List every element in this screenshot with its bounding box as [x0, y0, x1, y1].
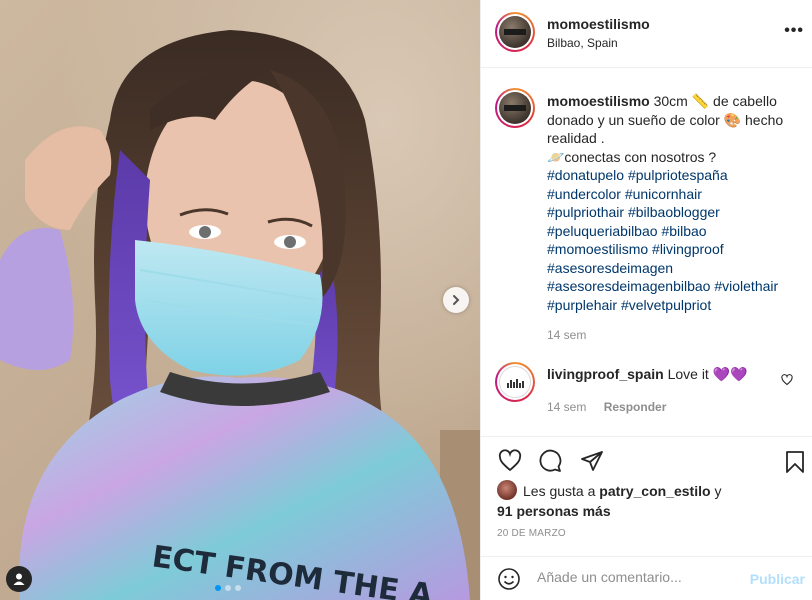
comment-text: Love it 💜💜	[667, 366, 748, 382]
post-details-panel: momoestilismo Bilbao, Spain ••• momoesti…	[480, 0, 812, 600]
author-avatar[interactable]	[495, 12, 535, 52]
caption-username[interactable]: momoestilismo	[547, 93, 650, 109]
likes-summary: Les gusta a patry_con_estilo y 91 person…	[497, 480, 797, 520]
caption-author-avatar-image	[499, 92, 531, 124]
post-caption: momoestilismo 30cm 📏 de cabello donado y…	[547, 92, 802, 345]
share-icon	[581, 451, 603, 471]
comment: livingproof_spain Love it 💜💜	[547, 366, 777, 383]
hashtag[interactable]: #bilbao	[661, 223, 706, 239]
hashtag[interactable]: #velvetpulpriot	[621, 297, 711, 313]
carousel-dot	[225, 585, 231, 591]
emoji-icon	[498, 568, 520, 590]
emoji-button[interactable]	[497, 567, 521, 594]
author-avatar-image	[499, 16, 531, 48]
hashtag[interactable]: #pulpriotespaña	[628, 167, 728, 183]
liker-username[interactable]: patry_con_estilo	[599, 483, 710, 499]
carousel-dot	[215, 585, 221, 591]
photo-person-illustration: ECT FROM THE A	[0, 30, 471, 600]
comment-like-button[interactable]	[781, 373, 793, 389]
share-button[interactable]	[579, 449, 605, 476]
hashtag[interactable]: #asesoresdeimagenbilbao	[547, 278, 710, 294]
hashtag[interactable]: #purplehair	[547, 297, 617, 313]
hashtag[interactable]: #peluqueriabilbao	[547, 223, 658, 239]
post-location[interactable]: Bilbao, Spain	[547, 36, 618, 50]
carousel-dot	[235, 585, 241, 591]
heart-icon	[498, 449, 522, 472]
likes-conjunction: y	[714, 483, 722, 499]
post-date[interactable]: 20 DE MARZO	[497, 528, 566, 539]
post-actions	[481, 436, 812, 484]
comment-button[interactable]	[537, 449, 563, 476]
hashtag[interactable]: #undercolor	[547, 186, 621, 202]
post-photo[interactable]: ECT FROM THE A	[0, 0, 480, 600]
caption-timestamp[interactable]: 14 sem	[547, 326, 802, 345]
bookmark-icon	[786, 451, 804, 473]
comment-input[interactable]	[537, 569, 737, 585]
comment-username[interactable]: livingproof_spain	[547, 366, 664, 382]
comment-timestamp[interactable]: 14 sem	[547, 400, 586, 414]
post-header: momoestilismo Bilbao, Spain •••	[481, 0, 812, 68]
like-button[interactable]	[497, 449, 523, 476]
next-arrow-icon	[453, 295, 460, 305]
commenter-avatar-image	[499, 366, 531, 398]
small-heart-icon	[781, 374, 793, 386]
save-button[interactable]	[783, 449, 807, 478]
hashtag[interactable]: #livingproof	[652, 241, 724, 257]
comment-meta: 14 sem Responder	[547, 400, 666, 414]
add-comment-bar: Publicar	[481, 556, 812, 600]
commenter-avatar[interactable]	[495, 362, 535, 402]
user-tag-icon	[13, 573, 25, 585]
hashtag[interactable]: #pulpriothair	[547, 204, 624, 220]
hashtag[interactable]: #donatupelo	[547, 167, 624, 183]
caption-text-2: 🪐conectas con nosotros ?	[547, 148, 717, 165]
hashtag[interactable]: #momoestilismo	[547, 241, 648, 257]
hashtag[interactable]: #asesoresdeimagen	[547, 260, 673, 276]
hashtag[interactable]: #violethair	[714, 278, 778, 294]
hashtag[interactable]: #bilbaoblogger	[628, 204, 720, 220]
publish-button[interactable]: Publicar	[750, 571, 805, 587]
more-options-button[interactable]: •••	[784, 22, 804, 40]
author-username[interactable]: momoestilismo	[547, 16, 650, 32]
more-icon: •••	[784, 22, 804, 39]
user-tag-button[interactable]	[6, 566, 32, 592]
next-slide-button[interactable]	[443, 287, 469, 313]
carousel-indicator	[215, 585, 241, 591]
comment-icon	[539, 449, 562, 472]
caption-author-avatar[interactable]	[495, 88, 535, 128]
likes-prefix: Les gusta a	[523, 483, 596, 499]
likes-others-count[interactable]: 91 personas más	[497, 503, 611, 519]
hashtag[interactable]: #unicornhair	[625, 186, 702, 202]
comments-section[interactable]: momoestilismo 30cm 📏 de cabello donado y…	[481, 68, 812, 436]
reply-button[interactable]: Responder	[604, 400, 667, 414]
liker-avatar[interactable]	[497, 480, 517, 501]
